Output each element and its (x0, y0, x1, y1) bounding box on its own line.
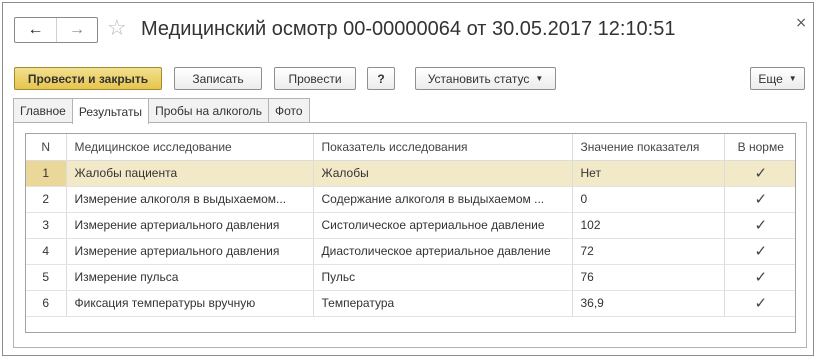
cell-value: 36,9 (572, 290, 725, 317)
cell-normal-checkmark: ✓ (724, 160, 795, 187)
cell-study: Измерение алкоголя в выдыхаемом... (66, 186, 314, 213)
cell-study: Измерение пульса (66, 264, 314, 291)
cell-indicator: Пульс (313, 264, 573, 291)
tab-bar: Главное Результаты Пробы на алкоголь Фот… (13, 98, 310, 124)
back-arrow-icon[interactable]: ← (15, 18, 56, 42)
row-number: 6 (26, 290, 67, 317)
column-header-value[interactable]: Значение показателя (572, 134, 725, 161)
tab-results[interactable]: Результаты (71, 98, 150, 124)
chevron-down-icon: ▼ (535, 74, 544, 83)
close-icon[interactable]: × (795, 15, 807, 31)
tab-alcohol-tests[interactable]: Пробы на алкоголь (148, 98, 270, 123)
row-number: 5 (26, 264, 67, 291)
favorite-star-icon[interactable]: ☆ (107, 16, 127, 41)
cell-normal-checkmark: ✓ (724, 238, 795, 265)
cell-value: 76 (572, 264, 725, 291)
cell-value: 72 (572, 238, 725, 265)
row-number: 1 (26, 160, 67, 187)
more-dropdown[interactable]: Еще ▼ (750, 67, 805, 90)
cell-study: Измерение артериального давления (66, 238, 314, 265)
column-header-normal[interactable]: В норме (724, 134, 795, 161)
results-table: N Медицинское исследование Показатель ис… (25, 133, 796, 333)
table-row[interactable]: 6 Фиксация температуры вручную Температура… (26, 290, 795, 317)
help-button[interactable]: ? (367, 67, 395, 90)
table-header-row: N Медицинское исследование Показатель ис… (26, 134, 795, 161)
more-label: Еще (758, 71, 783, 86)
cell-normal-checkmark: ✓ (724, 212, 795, 239)
table-row[interactable]: 4 Измерение артериального давления Диастол… (26, 238, 795, 265)
table-row[interactable]: 5 Измерение пульса Пульс 76 ✓ (26, 264, 795, 291)
column-header-indicator[interactable]: Показатель исследования (313, 134, 573, 161)
column-header-study[interactable]: Медицинское исследование (66, 134, 314, 161)
cell-study: Жалобы пациента (66, 160, 314, 187)
set-status-label: Установить статус (427, 71, 530, 86)
chevron-down-icon: ▼ (788, 74, 797, 83)
document-title: Медицинский осмотр 00-00000064 от 30.05.… (141, 18, 676, 40)
cell-indicator: Содержание алкоголя в выдыхаемом ... (313, 186, 573, 213)
cell-indicator: Температура (313, 290, 573, 317)
row-number: 3 (26, 212, 67, 239)
table-row[interactable]: 3 Измерение артериального давления Систоли… (26, 212, 795, 239)
cell-indicator: Диастолическое артериальное давление (313, 238, 573, 265)
cell-indicator: Жалобы (313, 160, 573, 187)
cell-study: Фиксация температуры вручную (66, 290, 314, 317)
cell-value: 0 (572, 186, 725, 213)
cell-normal-checkmark: ✓ (724, 290, 795, 317)
tab-photo[interactable]: Фото (268, 98, 310, 123)
cell-study: Измерение артериального давления (66, 212, 314, 239)
column-header-n[interactable]: N (26, 134, 67, 161)
row-number: 4 (26, 238, 67, 265)
results-panel: N Медицинское исследование Показатель ис… (13, 122, 807, 348)
cell-normal-checkmark: ✓ (724, 264, 795, 291)
forward-arrow-icon[interactable]: → (56, 18, 97, 42)
write-button[interactable]: Записать (174, 67, 262, 90)
set-status-dropdown[interactable]: Установить статус ▼ (415, 67, 556, 90)
row-number: 2 (26, 186, 67, 213)
post-and-close-button[interactable]: Провести и закрыть (14, 67, 162, 90)
table-row[interactable]: 2 Измерение алкоголя в выдыхаемом... Содер… (26, 186, 795, 213)
cell-value: Нет (572, 160, 725, 187)
table-row[interactable]: 1 Жалобы пациента Жалобы Нет ✓ (26, 160, 795, 187)
document-window: ← → ☆ Медицинский осмотр 00-00000064 от … (2, 2, 814, 356)
navigation-buttons: ← → (14, 17, 98, 43)
tab-main[interactable]: Главное (13, 98, 73, 123)
cell-normal-checkmark: ✓ (724, 186, 795, 213)
cell-value: 102 (572, 212, 725, 239)
post-button[interactable]: Провести (274, 67, 356, 90)
cell-indicator: Систолическое артериальное давление (313, 212, 573, 239)
